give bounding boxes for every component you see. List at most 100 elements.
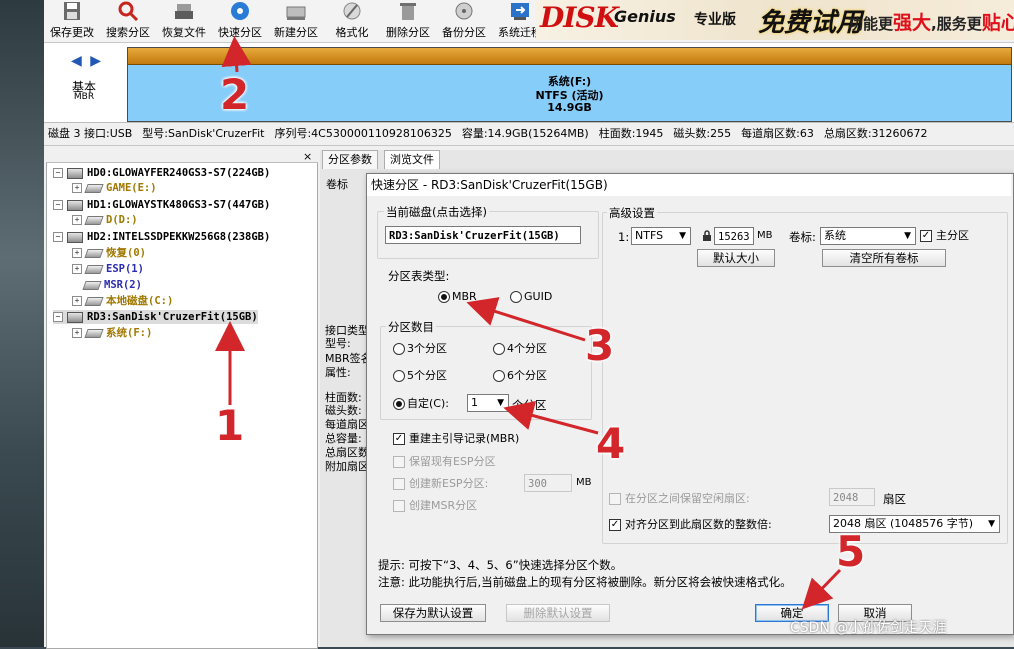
- create-msr-checkbox[interactable]: 创建MSR分区: [393, 499, 477, 513]
- partition-bar[interactable]: 系统(F:) NTFS (活动) 14.9GB: [127, 47, 1012, 122]
- create-msr-label: 创建MSR分区: [409, 499, 478, 512]
- reserve-gap-input[interactable]: 2048: [829, 488, 875, 506]
- tab-partition-params[interactable]: 分区参数: [322, 150, 378, 169]
- quick-partition-button[interactable]: 快速分区: [212, 0, 268, 40]
- search-icon: [118, 1, 139, 21]
- mbr-radio[interactable]: MBR: [438, 290, 477, 304]
- advanced-settings-title: 高级设置: [607, 205, 657, 221]
- tree-partition[interactable]: + 恢复(0): [72, 246, 146, 260]
- expand-icon[interactable]: +: [72, 296, 82, 306]
- esp-size-input[interactable]: 300: [524, 474, 572, 492]
- tree-disk-hd1[interactable]: − HD1:GLOWAYSTK480GS3-S7(447GB): [53, 198, 270, 212]
- format-button[interactable]: 格式化: [324, 0, 380, 40]
- partition-row-index: 1:: [618, 230, 630, 244]
- align-partitions-label: 对齐分区到此扇区数的整数倍:: [625, 518, 772, 531]
- keep-esp-checkbox[interactable]: 保留现有ESP分区: [393, 455, 496, 469]
- guid-radio[interactable]: GUID: [510, 290, 552, 304]
- save-changes-button[interactable]: 保存更改: [44, 0, 100, 40]
- delete-default-button[interactable]: 删除默认设置: [506, 604, 610, 622]
- tree-partition[interactable]: + 本地磁盘(C:): [72, 294, 173, 308]
- rebuild-mbr-checkbox[interactable]: ✓ 重建主引导记录(MBR): [393, 432, 519, 446]
- partition-table-type-title: 分区表类型:: [388, 269, 450, 283]
- expand-icon[interactable]: +: [72, 183, 82, 193]
- custom-count-value: 1: [471, 396, 478, 409]
- close-icon[interactable]: ×: [303, 150, 312, 163]
- partition-bar-header: [128, 48, 1011, 65]
- toolbar-label: 格式化: [335, 26, 369, 39]
- info-disk: 磁盘 3 接口:USB: [48, 127, 133, 140]
- reserve-gap-checkbox[interactable]: 在分区之间保留空闲扇区:: [609, 492, 750, 506]
- save-default-button[interactable]: 保存为默认设置: [380, 604, 486, 622]
- expand-icon[interactable]: +: [72, 215, 82, 225]
- expand-icon[interactable]: +: [72, 328, 82, 338]
- tab-browse-files[interactable]: 浏览文件: [384, 150, 440, 169]
- checkbox-icon: [393, 478, 405, 490]
- slogan-part: ,服务更: [931, 15, 982, 33]
- filesystem-select[interactable]: NTFS ▼: [631, 227, 691, 245]
- delete-partition-button[interactable]: 删除分区: [380, 0, 436, 40]
- count-5-radio[interactable]: 5个分区: [393, 369, 447, 383]
- slogan-part: 贴心: [981, 12, 1014, 34]
- lock-icon[interactable]: [702, 229, 712, 242]
- toolbar-label: 快速分区: [218, 26, 262, 39]
- clear-all-labels-button[interactable]: 清空所有卷标: [822, 249, 946, 267]
- backup-partition-button[interactable]: 备份分区: [436, 0, 492, 40]
- count-6-label: 6个分区: [507, 369, 547, 382]
- default-size-button[interactable]: 默认大小: [697, 249, 775, 267]
- edition-label: 专业版: [694, 12, 736, 28]
- disk-icon: [67, 199, 83, 211]
- partition-icon: [84, 215, 104, 225]
- save-icon: [64, 2, 80, 20]
- logo-disk: DISK: [540, 1, 619, 34]
- partition-icon: [82, 280, 102, 290]
- tree-partition[interactable]: + GAME(E:): [72, 181, 157, 195]
- disk-nav-arrows[interactable]: ◀ ▶: [71, 53, 103, 69]
- search-partition-button[interactable]: 搜索分区: [100, 0, 156, 40]
- tree-disk-hd0[interactable]: − HD0:GLOWAYFER240GS3-S7(224GB): [53, 166, 270, 180]
- partition-size-input[interactable]: 15263: [714, 227, 754, 245]
- tree-partition[interactable]: MSR(2): [82, 278, 142, 292]
- count-6-radio[interactable]: 6个分区: [493, 369, 547, 383]
- watermark: CSDN @小孙佐剑走天涯: [790, 620, 947, 636]
- chevron-down-icon: ▼: [497, 398, 504, 408]
- tree-partition[interactable]: + 系统(F:): [72, 326, 152, 340]
- align-partitions-checkbox[interactable]: ✓ 对齐分区到此扇区数的整数倍:: [609, 518, 772, 532]
- primary-partition-checkbox[interactable]: ✓ 主分区: [920, 229, 969, 243]
- current-disk-field[interactable]: RD3:SanDisk'CruzerFit(15GB): [385, 226, 581, 244]
- toolbar-label: 新建分区: [274, 26, 318, 39]
- collapse-icon[interactable]: −: [53, 200, 63, 210]
- count-4-radio[interactable]: 4个分区: [493, 342, 547, 356]
- expand-icon[interactable]: +: [72, 248, 82, 258]
- tree-disk-hd2[interactable]: − HD2:INTELSSDPEKKW256G8(238GB): [53, 230, 270, 244]
- collapse-icon[interactable]: −: [53, 168, 63, 178]
- collapse-icon[interactable]: −: [53, 232, 63, 242]
- annotation-number: 4: [596, 419, 626, 468]
- collapse-icon[interactable]: −: [53, 312, 63, 322]
- guid-label: GUID: [524, 290, 553, 303]
- count-3-radio[interactable]: 3个分区: [393, 342, 447, 356]
- new-partition-button[interactable]: 新建分区: [268, 0, 324, 40]
- create-esp-checkbox[interactable]: 创建新ESP分区:: [393, 477, 488, 491]
- chevron-down-icon: ▼: [988, 519, 995, 529]
- tree-disk-rd3[interactable]: − RD3:SanDisk'CruzerFit(15GB): [53, 310, 258, 324]
- recover-files-button[interactable]: 恢复文件: [156, 0, 212, 40]
- tree-partition[interactable]: + D(D:): [72, 213, 138, 227]
- param-label: 型号:: [325, 337, 351, 350]
- rebuild-mbr-label: 重建主引导记录(MBR): [409, 432, 520, 445]
- expand-icon[interactable]: +: [72, 264, 82, 274]
- checkmark-icon: ✓: [609, 519, 621, 531]
- count-custom-radio[interactable]: 自定(C):: [393, 397, 449, 411]
- chevron-down-icon: ▼: [904, 231, 911, 241]
- param-label: 总扇区数: [325, 446, 369, 459]
- reserve-gap-label: 在分区之间保留空闲扇区:: [625, 492, 750, 505]
- custom-count-select[interactable]: 1 ▼: [467, 394, 509, 412]
- mbr-label: MBR: [452, 290, 477, 303]
- toolbar-label: 备份分区: [442, 26, 486, 39]
- partition-icon: [84, 328, 104, 338]
- partition-size: 14.9GB: [547, 101, 592, 114]
- volume-label-select[interactable]: 系统 ▼: [820, 227, 916, 245]
- filesystem-value: NTFS: [635, 229, 664, 242]
- migrate-icon: [511, 3, 529, 20]
- tree-partition[interactable]: + ESP(1): [72, 262, 144, 276]
- promo-banner[interactable]: DISK Genius 专业版 免费试用 功能更强大,服务更贴心: [536, 0, 1014, 40]
